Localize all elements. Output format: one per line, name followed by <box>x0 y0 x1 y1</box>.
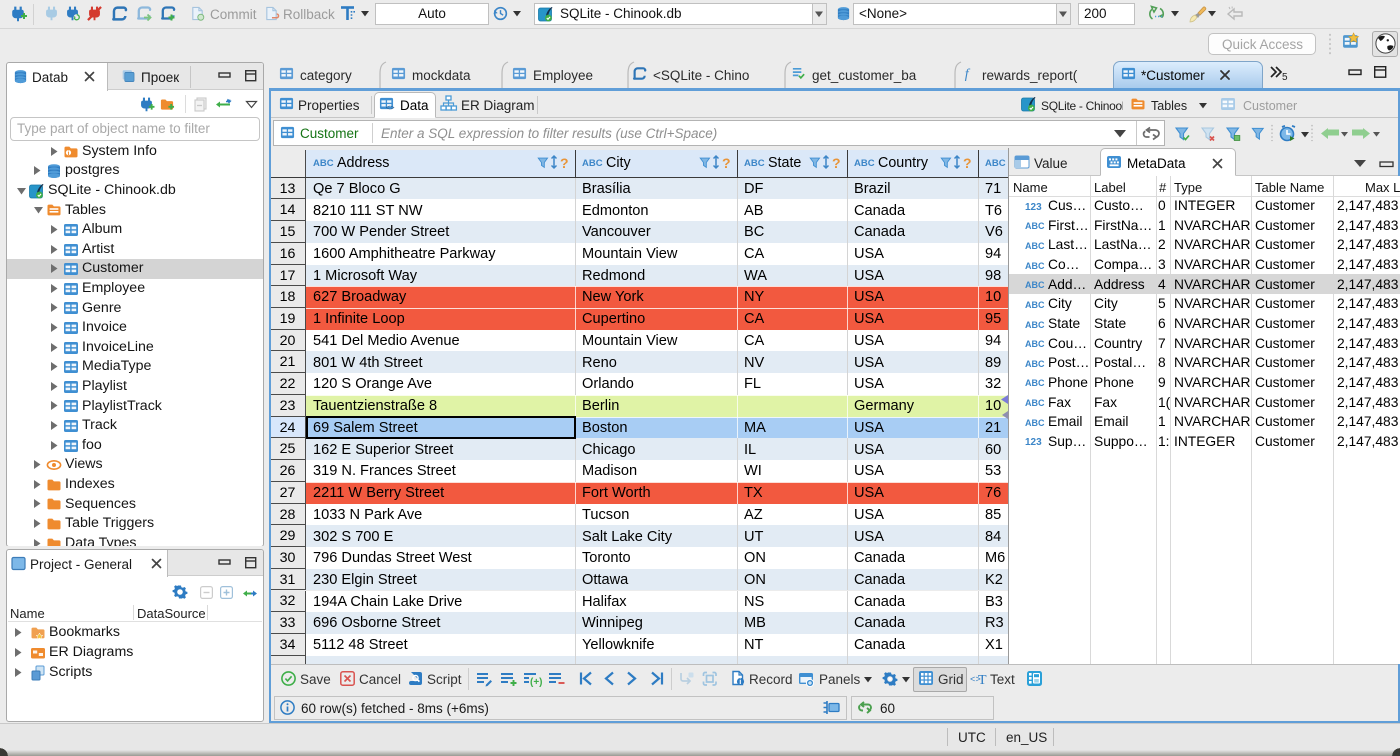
svg-text:f: f <box>965 66 971 82</box>
svg-text:123: 123 <box>1025 202 1042 213</box>
svg-text:ABC: ABC <box>1025 359 1045 369</box>
svg-text:ABC: ABC <box>1025 339 1045 349</box>
svg-text:T: T <box>978 673 987 688</box>
svg-text:(+): (+) <box>530 677 543 688</box>
svg-text:ABC: ABC <box>1025 300 1045 310</box>
svg-text:ABC: ABC <box>1025 221 1045 231</box>
svg-text:ABC: ABC <box>985 158 1006 169</box>
svg-text:<>: <> <box>386 105 396 113</box>
svg-text:i: i <box>68 149 70 156</box>
svg-text:5: 5 <box>1282 72 1288 83</box>
svg-text:i: i <box>739 677 741 686</box>
svg-text:ABC: ABC <box>313 158 334 169</box>
svg-text:ABC: ABC <box>1025 418 1045 428</box>
svg-text:ABC: ABC <box>854 158 875 169</box>
svg-text:ABC: ABC <box>1025 398 1045 408</box>
svg-text:ABC: ABC <box>1025 320 1045 330</box>
svg-text:ABC: ABC <box>1025 280 1045 290</box>
svg-text:123: 123 <box>1025 437 1042 448</box>
svg-text:ABC: ABC <box>582 158 603 169</box>
svg-text:ABC: ABC <box>1025 261 1045 271</box>
svg-text:ABC: ABC <box>1025 241 1045 251</box>
svg-text:ABC: ABC <box>744 158 765 169</box>
svg-text:ABC: ABC <box>1025 378 1045 388</box>
